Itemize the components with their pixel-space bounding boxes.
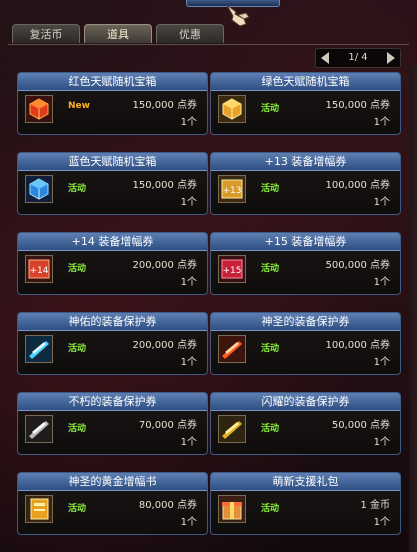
- event-badge: 活动: [261, 344, 280, 354]
- item-card[interactable]: 神佑的装备保护券活动 200,000 点券 1个: [17, 312, 208, 375]
- tab-bar: 复活币 道具 优惠: [8, 24, 409, 45]
- item-price: 500,000 点券: [325, 260, 390, 271]
- item-card[interactable]: 蓝色天赋随机宝箱活动 150,000 点券 1个: [17, 152, 208, 215]
- event-badge: 活动: [68, 504, 87, 514]
- tab-revive-coin[interactable]: 复活币: [12, 24, 80, 43]
- event-badge: 活动: [261, 104, 280, 114]
- tab-items[interactable]: 道具: [84, 24, 152, 43]
- amplify-15-icon[interactable]: +15: [218, 255, 246, 283]
- event-badge: 活动: [261, 264, 280, 274]
- item-price: 1 金币: [360, 500, 390, 511]
- item-card[interactable]: 不朽的装备保护券活动 70,000 点券 1个: [17, 392, 208, 455]
- pager: 1/ 4: [315, 48, 401, 68]
- item-card[interactable]: +14 装备增幅券 +14 活动 200,000 点券 1个: [17, 232, 208, 295]
- gift-box-icon[interactable]: [218, 495, 246, 523]
- prev-page-icon[interactable]: [321, 52, 329, 64]
- item-quantity: 1个: [180, 517, 197, 528]
- item-title: 萌新支援礼包: [211, 473, 400, 491]
- item-price: 150,000 点券: [325, 100, 390, 111]
- item-title: +13 装备增幅券: [211, 153, 400, 171]
- gold-box-icon[interactable]: [218, 95, 246, 123]
- event-badge: 活动: [68, 264, 87, 274]
- event-badge: 活动: [68, 184, 87, 194]
- item-card[interactable]: +13 装备增幅券 +13 活动 100,000 点券 1个: [210, 152, 401, 215]
- event-badge: 活动: [261, 504, 280, 514]
- item-title: 神圣的装备保护券: [211, 313, 400, 331]
- event-badge: 活动: [68, 424, 87, 434]
- red-box-icon[interactable]: [25, 95, 53, 123]
- item-quantity: 1个: [373, 517, 390, 528]
- item-title: 红色天赋随机宝箱: [18, 73, 207, 91]
- item-card[interactable]: 萌新支援礼包活动 1 金币 1个: [210, 472, 401, 535]
- page-indicator: 1/ 4: [348, 52, 368, 63]
- item-title: 神佑的装备保护券: [18, 313, 207, 331]
- item-quantity: 1个: [180, 197, 197, 208]
- item-price: 50,000 点券: [331, 420, 390, 431]
- item-quantity: 1个: [373, 277, 390, 288]
- item-title: +14 装备增幅券: [18, 233, 207, 251]
- item-price: 100,000 点券: [325, 340, 390, 351]
- item-price: 80,000 点券: [138, 500, 197, 511]
- item-card[interactable]: 闪耀的装备保护券活动 50,000 点券 1个: [210, 392, 401, 455]
- item-quantity: 1个: [180, 277, 197, 288]
- item-title: +15 装备增幅券: [211, 233, 400, 251]
- svg-text:+14: +14: [30, 266, 49, 276]
- item-card[interactable]: 神圣的装备保护券活动 100,000 点券 1个: [210, 312, 401, 375]
- item-title: 蓝色天赋随机宝箱: [18, 153, 207, 171]
- item-price: 200,000 点券: [132, 340, 197, 351]
- item-price: 70,000 点券: [138, 420, 197, 431]
- item-card[interactable]: 红色天赋随机宝箱 New 150,000 点券 1个: [17, 72, 208, 135]
- gold-book-icon[interactable]: [25, 495, 53, 523]
- item-quantity: 1个: [373, 357, 390, 368]
- item-card[interactable]: 神圣的黄金增幅书活动 80,000 点券 1个: [17, 472, 208, 535]
- item-quantity: 1个: [180, 357, 197, 368]
- next-page-icon[interactable]: [387, 52, 395, 64]
- item-title: 绿色天赋随机宝箱: [211, 73, 400, 91]
- event-badge: 活动: [68, 344, 87, 354]
- item-title: 闪耀的装备保护券: [211, 393, 400, 411]
- item-price: 150,000 点券: [132, 180, 197, 191]
- amplify-14-icon[interactable]: +14: [25, 255, 53, 283]
- svg-text:+15: +15: [223, 266, 242, 276]
- item-quantity: 1个: [180, 437, 197, 448]
- protect-red-icon[interactable]: [218, 335, 246, 363]
- item-title: 不朽的装备保护券: [18, 393, 207, 411]
- item-title: 神圣的黄金增幅书: [18, 473, 207, 491]
- event-badge: 活动: [261, 424, 280, 434]
- blue-box-icon[interactable]: [25, 175, 53, 203]
- amplify-13-icon[interactable]: +13: [218, 175, 246, 203]
- event-badge: 活动: [261, 184, 280, 194]
- tab-discounts[interactable]: 优惠: [156, 24, 224, 43]
- item-quantity: 1个: [373, 437, 390, 448]
- new-badge: New: [68, 101, 90, 111]
- side-border: [409, 66, 417, 552]
- item-price: 150,000 点券: [132, 100, 197, 111]
- item-card[interactable]: +15 装备增幅券 +15 活动 500,000 点券 1个: [210, 232, 401, 295]
- protect-blue-icon[interactable]: [25, 335, 53, 363]
- protect-white-icon[interactable]: [25, 415, 53, 443]
- item-quantity: 1个: [373, 197, 390, 208]
- item-quantity: 1个: [180, 117, 197, 128]
- item-quantity: 1个: [373, 117, 390, 128]
- item-price: 100,000 点券: [325, 180, 390, 191]
- item-card[interactable]: 绿色天赋随机宝箱活动 150,000 点券 1个: [210, 72, 401, 135]
- svg-text:+13: +13: [223, 186, 242, 196]
- protect-gold-icon[interactable]: [218, 415, 246, 443]
- item-price: 200,000 点券: [132, 260, 197, 271]
